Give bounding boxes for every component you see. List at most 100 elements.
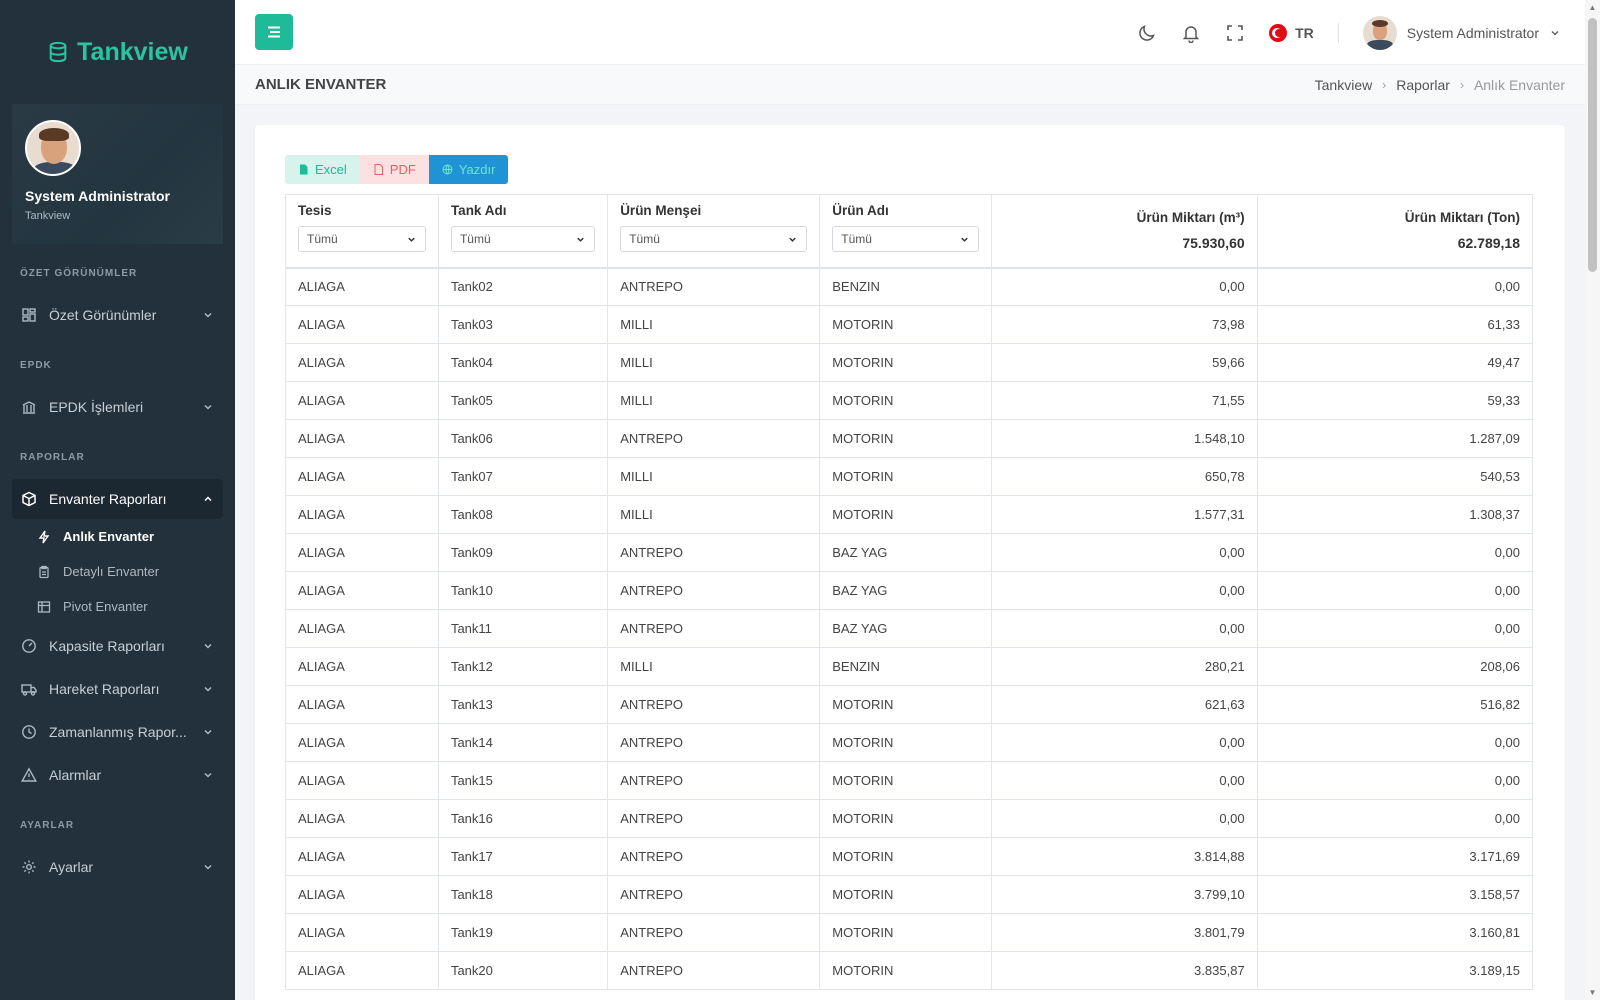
sidebar-subitem-pivot-envanter[interactable]: Pivot Envanter bbox=[0, 589, 235, 624]
chevron-down-icon bbox=[204, 404, 212, 410]
section-title-ozet: ÖZET GÖRÜNÜMLER bbox=[20, 267, 138, 279]
print-button[interactable]: Yazdır bbox=[428, 155, 509, 184]
cell-tank-adi: Tank14 bbox=[437, 723, 609, 762]
cell-urun-adi: BENZIN bbox=[819, 267, 992, 306]
menu-toggle-button[interactable] bbox=[255, 14, 293, 50]
cell-tesis: ALIAGA bbox=[285, 799, 439, 838]
cell-urun-adi: BENZIN bbox=[819, 647, 992, 686]
cell-tesis: ALIAGA bbox=[285, 609, 439, 648]
sidebar-subitem-detayli-envanter[interactable]: Detaylı Envanter bbox=[0, 554, 235, 589]
scroll-up-arrow-icon[interactable]: ▲ bbox=[1588, 3, 1597, 12]
cell-miktar-m3: 1.577,31 bbox=[990, 495, 1258, 534]
sidebar-item-envanter-raporlari[interactable]: Envanter Raporları bbox=[12, 479, 223, 519]
top-header: TR System Administrator bbox=[235, 0, 1585, 65]
chevron-up-icon bbox=[204, 496, 212, 502]
cell-miktar-ton: 3.189,15 bbox=[1256, 951, 1534, 990]
cell-tesis: ALIAGA bbox=[285, 381, 439, 420]
file-excel-icon bbox=[300, 164, 308, 175]
cell-urun-mensei: MILLI bbox=[607, 305, 821, 344]
table-row: ALIAGA Tank19 ANTREPO MOTORIN 3.801,79 3.160,… bbox=[285, 913, 1534, 952]
cell-tesis: ALIAGA bbox=[285, 913, 439, 952]
cell-tesis: ALIAGA bbox=[285, 495, 439, 534]
cell-miktar-ton: 3.160,81 bbox=[1256, 913, 1534, 952]
scroll-down-arrow-icon[interactable]: ▼ bbox=[1588, 988, 1597, 997]
bolt-icon bbox=[37, 530, 51, 544]
app-logo[interactable]: Tankview bbox=[0, 0, 235, 104]
tank-adi-filter-select[interactable]: Tümü bbox=[450, 226, 596, 253]
database-icon bbox=[49, 41, 67, 63]
breadcrumb-item-home[interactable]: Tankview bbox=[1315, 77, 1373, 93]
cell-miktar-m3: 71,55 bbox=[990, 381, 1258, 420]
cell-miktar-m3: 650,78 bbox=[990, 457, 1258, 496]
urun-mensei-filter-select[interactable]: Tümü bbox=[620, 226, 808, 253]
page-scrollbar[interactable]: ▲ ▼ bbox=[1585, 0, 1600, 1000]
cell-urun-mensei: ANTREPO bbox=[607, 913, 821, 952]
table-row: ALIAGA Tank05 MILLI MOTORIN 71,55 59,33 bbox=[285, 381, 1534, 420]
hamburger-icon bbox=[268, 26, 280, 38]
cell-tank-adi: Tank11 bbox=[437, 609, 609, 648]
cell-miktar-m3: 0,00 bbox=[990, 609, 1258, 648]
cell-urun-mensei: ANTREPO bbox=[607, 533, 821, 572]
pdf-export-button[interactable]: PDF bbox=[359, 155, 429, 184]
user-menu[interactable]: System Administrator bbox=[1362, 15, 1561, 50]
breadcrumb-item-raporlar[interactable]: Raporlar bbox=[1396, 77, 1450, 93]
cell-miktar-m3: 0,00 bbox=[990, 799, 1258, 838]
urun-adi-filter-select[interactable]: Tümü bbox=[832, 226, 979, 253]
sidebar-item-epdk-islemleri[interactable]: EPDK İşlemleri bbox=[12, 387, 223, 427]
table-row: ALIAGA Tank12 MILLI BENZIN 280,21 208,06 bbox=[285, 647, 1534, 686]
dark-mode-toggle[interactable] bbox=[1137, 23, 1157, 43]
cell-miktar-ton: 3.158,57 bbox=[1256, 875, 1534, 914]
user-name: System Administrator bbox=[1406, 24, 1539, 41]
cell-tank-adi: Tank19 bbox=[437, 913, 609, 952]
sidebar-item-kapasite-raporlari[interactable]: Kapasite Raporları bbox=[12, 626, 223, 666]
cell-tank-adi: Tank12 bbox=[437, 647, 609, 686]
table-row: ALIAGA Tank06 ANTREPO MOTORIN 1.548,10 1.287,… bbox=[285, 419, 1534, 458]
sidebar-item-ayarlar[interactable]: Ayarlar bbox=[12, 847, 223, 887]
sidebar-item-hareket-raporlari[interactable]: Hareket Raporları bbox=[12, 669, 223, 709]
cell-tesis: ALIAGA bbox=[285, 875, 439, 914]
chevron-down-icon bbox=[577, 237, 584, 242]
sidebar-subitem-anlik-envanter[interactable]: Anlık Envanter bbox=[0, 519, 235, 554]
cell-tank-adi: Tank20 bbox=[437, 951, 609, 990]
column-header-urun-miktari-ton: Ürün Miktarı (Ton) 62.789,18 bbox=[1256, 194, 1534, 268]
cell-urun-mensei: ANTREPO bbox=[607, 761, 821, 800]
table-icon bbox=[37, 600, 51, 614]
file-pdf-icon bbox=[374, 164, 383, 175]
notifications-button[interactable] bbox=[1181, 23, 1201, 43]
cell-tank-adi: Tank03 bbox=[437, 305, 609, 344]
cell-urun-mensei: MILLI bbox=[607, 343, 821, 382]
table-row: ALIAGA Tank04 MILLI MOTORIN 59,66 49,47 bbox=[285, 343, 1534, 382]
sidebar-item-alarmlar[interactable]: Alarmlar bbox=[12, 755, 223, 795]
sidebar-item-ozet-gorunumler[interactable]: Özet Görünümler bbox=[12, 295, 223, 335]
total-ton: 62.789,18 bbox=[1457, 235, 1520, 252]
scrollbar-thumb[interactable] bbox=[1588, 18, 1597, 272]
avatar[interactable] bbox=[25, 120, 81, 176]
cell-urun-adi: MOTORIN bbox=[819, 457, 992, 496]
chevron-down-icon bbox=[960, 237, 968, 242]
sidebar-item-zamanlanmis-raporlar[interactable]: Zamanlanmış Rapor... bbox=[12, 712, 223, 752]
cell-tesis: ALIAGA bbox=[285, 305, 439, 344]
cell-urun-adi: MOTORIN bbox=[819, 419, 992, 458]
cell-miktar-ton: 1.287,09 bbox=[1256, 419, 1534, 458]
chevron-down-icon bbox=[204, 643, 212, 649]
table-row: ALIAGA Tank16 ANTREPO MOTORIN 0,00 0,00 bbox=[285, 799, 1534, 838]
chevron-down-icon bbox=[204, 864, 212, 870]
cell-miktar-m3: 59,66 bbox=[990, 343, 1258, 382]
fullscreen-button[interactable] bbox=[1225, 23, 1245, 43]
export-toolbar: Excel PDF Yazdır bbox=[285, 155, 509, 184]
cell-miktar-m3: 0,00 bbox=[990, 571, 1258, 610]
inventory-table: Tesis Tümü Tank Adı Tümü Ürün Menşei Tüm… bbox=[285, 194, 1534, 990]
cell-urun-mensei: MILLI bbox=[607, 647, 821, 686]
gauge-icon bbox=[21, 638, 37, 654]
language-selector[interactable]: TR bbox=[1269, 23, 1314, 42]
chevron-right-icon: › bbox=[1459, 77, 1464, 92]
bank-icon bbox=[21, 399, 37, 415]
excel-export-button[interactable]: Excel bbox=[285, 155, 360, 184]
cell-miktar-ton: 0,00 bbox=[1256, 609, 1534, 648]
printer-icon bbox=[442, 164, 453, 175]
cell-miktar-ton: 59,33 bbox=[1256, 381, 1534, 420]
cell-urun-adi: MOTORIN bbox=[819, 723, 992, 762]
cell-urun-adi: MOTORIN bbox=[819, 761, 992, 800]
tesis-filter-select[interactable]: Tümü bbox=[298, 226, 426, 253]
table-body: ALIAGA Tank02 ANTREPO BENZIN 0,00 0,00 ALIAGA T… bbox=[285, 267, 1534, 990]
